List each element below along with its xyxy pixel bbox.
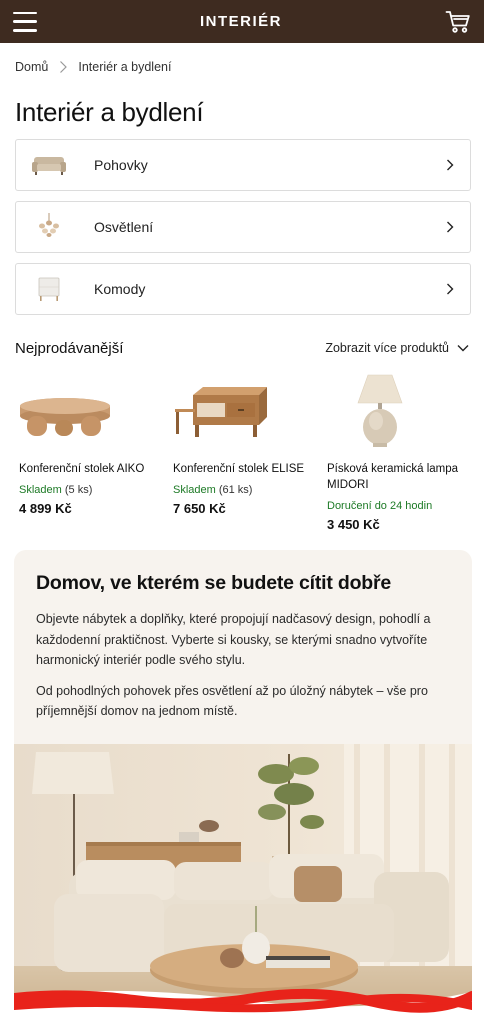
show-more-products-button[interactable]: Zobrazit více produktů — [325, 341, 469, 355]
chevron-down-icon — [457, 345, 469, 352]
product-card[interactable]: Písková keramická lampa MIDORI Doručení … — [327, 371, 481, 532]
stock-status: Skladem — [173, 484, 216, 496]
top-bar: INTERIÉR — [0, 0, 484, 43]
product-stock: Doručení do 24 hodin — [327, 499, 481, 513]
product-card[interactable]: Konferenční stolek AIKO Skladem (5 ks) 4… — [19, 371, 173, 532]
bestsellers-header: Nejprodávanější Zobrazit více produktů — [0, 325, 484, 361]
category-label: Pohovky — [94, 157, 148, 173]
section-title: Nejprodávanější — [15, 339, 124, 357]
product-card[interactable]: Konferenční stolek ELISE Skladem (61 ks)… — [173, 371, 327, 532]
category-list: Pohovky Osvětlení Komody — [0, 128, 484, 315]
product-image — [327, 371, 481, 451]
page-title: Interiér a bydlení — [15, 97, 204, 127]
stock-quantity: (61 ks) — [215, 484, 253, 496]
promo-paragraph: Od pohodlných pohovek přes osvětlení až … — [36, 683, 428, 719]
product-price: 4 899 Kč — [19, 501, 72, 516]
breadcrumb-home[interactable]: Domů — [15, 60, 48, 74]
product-name: Písková keramická lampa MIDORI — [327, 463, 459, 491]
dresser-icon — [30, 274, 68, 304]
promo-title: Domov, ve kterém se budete cítit dobře — [36, 572, 392, 594]
stock-status: Skladem — [19, 484, 62, 496]
promo-banner: Domov, ve kterém se budete cítit dobře O… — [14, 550, 472, 1024]
stock-status: Doručení do 24 hodin — [327, 500, 433, 512]
category-item-dressers[interactable]: Komody — [15, 263, 471, 315]
breadcrumb: Domů Interiér a bydlení — [0, 43, 484, 77]
cart-icon[interactable] — [445, 9, 471, 35]
chevron-right-icon — [447, 221, 454, 233]
product-name: Konferenční stolek AIKO — [19, 463, 145, 475]
product-carousel: Konferenční stolek AIKO Skladem (5 ks) 4… — [0, 371, 484, 532]
product-image — [19, 371, 173, 451]
living-room-image — [14, 744, 472, 1024]
sofa-icon — [30, 150, 68, 180]
product-price: 3 450 Kč — [327, 517, 380, 532]
product-stock: Skladem (61 ks) — [173, 483, 327, 497]
product-name: Konferenční stolek ELISE — [173, 463, 305, 475]
chevron-right-icon — [447, 159, 454, 171]
chevron-right-icon — [447, 283, 454, 295]
product-price: 7 650 Kč — [173, 501, 226, 516]
brand-logo[interactable]: INTERIÉR — [200, 13, 282, 30]
product-image — [173, 371, 327, 451]
category-item-sofas[interactable]: Pohovky — [15, 139, 471, 191]
chandelier-icon — [30, 212, 68, 242]
promo-paragraph: Objevte nábytek a doplňky, které propoju… — [36, 612, 431, 667]
breadcrumb-current[interactable]: Interiér a bydlení — [78, 60, 171, 74]
show-more-label: Zobrazit více produktů — [325, 341, 449, 355]
stock-quantity: (5 ks) — [61, 484, 93, 496]
product-stock: Skladem (5 ks) — [19, 483, 173, 497]
category-item-lighting[interactable]: Osvětlení — [15, 201, 471, 253]
menu-icon[interactable] — [13, 11, 37, 32]
category-label: Osvětlení — [94, 219, 154, 235]
chevron-right-icon — [60, 61, 68, 73]
category-label: Komody — [94, 281, 146, 297]
